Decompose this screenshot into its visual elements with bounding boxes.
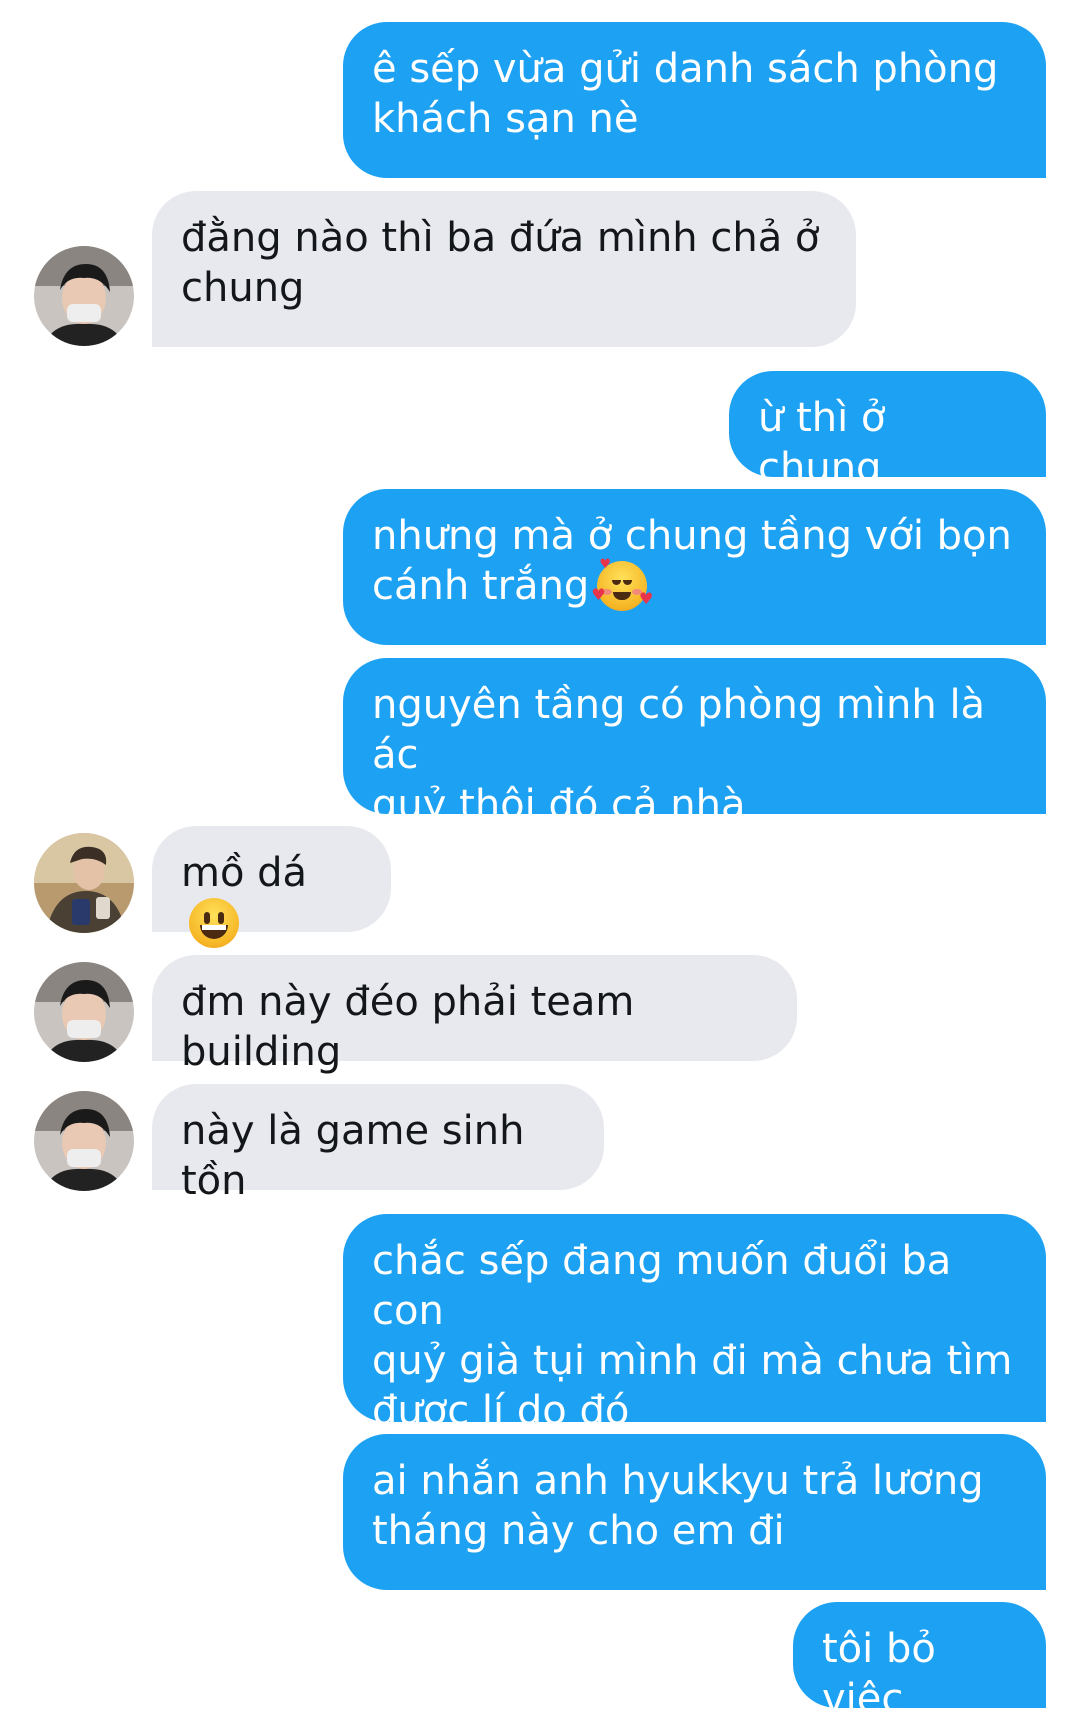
- message-text: ừ thì ở chung: [758, 395, 899, 491]
- message-text: đằng nào thì ba đứa mình chả ở chung: [181, 215, 820, 311]
- message-bubble[interactable]: ê sếp vừa gửi danh sách phòng khách sạn …: [343, 22, 1046, 178]
- avatar[interactable]: [34, 962, 134, 1062]
- message-text: mồ dá: [181, 850, 308, 896]
- avatar-boy-mask-icon: [34, 246, 134, 346]
- chat-thread: ê sếp vừa gửi danh sách phòng khách sạn …: [0, 0, 1080, 1722]
- smiling-face-with-hearts-emoji: ♥ ♥ ♥: [591, 557, 653, 611]
- message-bubble[interactable]: chắc sếp đang muốn đuổi ba con quỷ già t…: [343, 1214, 1046, 1434]
- message-text: tôi bỏ việc: [822, 1626, 949, 1722]
- message-bubble[interactable]: nhưng mà ở chung tầng với bọn cánh trắng…: [343, 489, 1046, 645]
- avatar[interactable]: [34, 1091, 134, 1191]
- message-text: chắc sếp đang muốn đuổi ba con quỷ già t…: [372, 1238, 1013, 1434]
- message-bubble[interactable]: này là game sinh tồn: [152, 1084, 604, 1204]
- message-bubble[interactable]: đm này đéo phải team building: [152, 955, 797, 1075]
- avatar[interactable]: [34, 833, 134, 933]
- avatar-boy-mask-icon: [34, 1091, 134, 1191]
- avatar-boy-cap-icon: [34, 833, 134, 933]
- message-text: đm này đéo phải team building: [181, 979, 648, 1075]
- message-text: ai nhắn anh hyukkyu trả lương tháng này …: [372, 1458, 984, 1554]
- message-text: này là game sinh tồn: [181, 1108, 538, 1204]
- message-text: nhưng mà ở chung tầng với bọn cánh trắng: [372, 513, 1012, 609]
- message-bubble[interactable]: tôi bỏ việc: [793, 1602, 1046, 1722]
- message-text: ê sếp vừa gửi danh sách phòng khách sạn …: [372, 46, 999, 142]
- message-bubble[interactable]: ừ thì ở chung: [729, 371, 1046, 491]
- message-bubble[interactable]: ai nhắn anh hyukkyu trả lương tháng này …: [343, 1434, 1046, 1590]
- message-bubble[interactable]: mồ dá: [152, 826, 391, 948]
- message-bubble[interactable]: đằng nào thì ba đứa mình chả ở chung: [152, 191, 856, 347]
- grinning-face-emoji: [189, 898, 239, 948]
- avatar-boy-mask-icon: [34, 962, 134, 1062]
- message-text: nguyên tầng có phòng mình là ác quỷ thôi…: [372, 682, 986, 828]
- message-bubble[interactable]: nguyên tầng có phòng mình là ác quỷ thôi…: [343, 658, 1046, 828]
- avatar[interactable]: [34, 246, 134, 346]
